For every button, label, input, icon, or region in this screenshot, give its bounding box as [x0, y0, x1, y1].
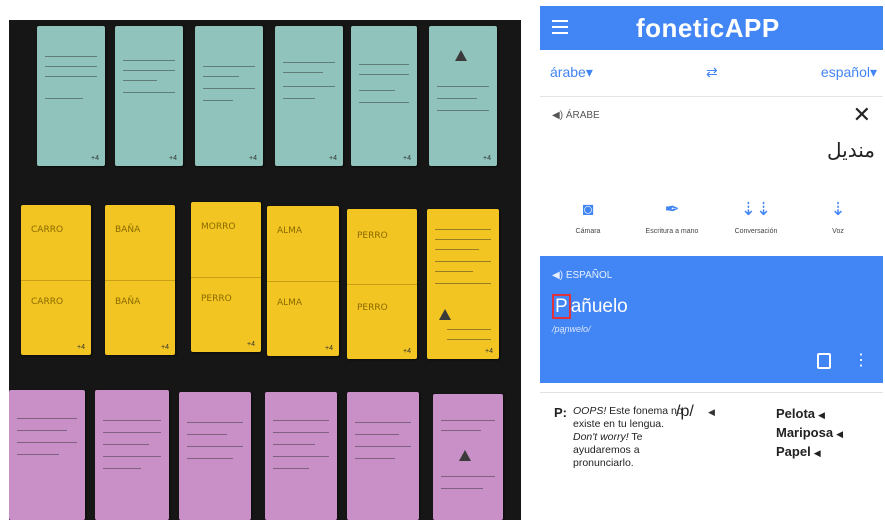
- yellow-card: ALMA ALMA +4: [267, 206, 339, 356]
- mic-icon: ⇣: [830, 199, 846, 219]
- swap-arrows-icon[interactable]: ⇄: [706, 64, 718, 81]
- fonetic-app-screen: foneticAPP árabe▾ ⇄ español▾ ◀) ÁRABE ✕ …: [540, 6, 883, 523]
- translated-word: Pañuelo: [552, 294, 628, 319]
- pink-card: [433, 394, 503, 520]
- camera-button[interactable]: ◙ Cámara: [548, 198, 628, 235]
- yellow-card: PERRO PERRO +4: [347, 209, 417, 359]
- hamburger-menu-icon[interactable]: [552, 20, 568, 34]
- speaker-icon[interactable]: ◀: [814, 448, 821, 458]
- pink-card: [95, 390, 169, 520]
- target-panel: ◀) ESPAÑOL Pañuelo /pa̞ɲwelo/ ⋮: [540, 256, 883, 383]
- blue-card: +4: [115, 26, 183, 166]
- speaker-icon[interactable]: ◀: [836, 429, 843, 439]
- app-title: foneticAPP: [636, 13, 780, 43]
- phoneme-result: P: OOPS! Este fonema no existe en tu len…: [540, 392, 883, 523]
- yellow-card: MORRO PERRO +4: [191, 202, 261, 352]
- yellow-card: CARRO CARRO +4: [21, 205, 91, 355]
- blue-card: +4: [429, 26, 497, 166]
- handwriting-button[interactable]: ✒ Escritura a mano: [632, 198, 712, 235]
- dropdown-arrow-icon: ▾: [869, 64, 877, 80]
- blue-card: +4: [275, 26, 343, 166]
- pink-card: [347, 392, 419, 520]
- copy-icon[interactable]: [817, 353, 831, 369]
- source-panel: ◀) ÁRABE ✕ منديل ◙ Cámara ✒ Escritura a …: [540, 98, 883, 248]
- blue-card: +4: [195, 26, 263, 166]
- phoneme-letter: P:: [554, 405, 567, 420]
- phonetic-transcription: /pa̞ɲwelo/: [552, 324, 591, 334]
- example-words: Pelota ◀ Mariposa ◀ Papel ◀: [776, 405, 843, 462]
- speaker-icon[interactable]: ◀: [818, 410, 825, 420]
- pink-card: [9, 390, 85, 520]
- pink-card: [179, 392, 251, 520]
- paper-cards-photo: +4 +4 +4 +4 +4 +4 CARRO CARRO +4 BAÑA BA…: [9, 20, 521, 520]
- example-word[interactable]: Mariposa ◀: [776, 424, 843, 443]
- pink-card: [265, 392, 337, 520]
- target-language-dropdown[interactable]: español▾: [821, 64, 877, 81]
- yellow-card: BAÑA BAÑA +4: [105, 205, 175, 355]
- language-bar: árabe▾ ⇄ español▾: [540, 50, 883, 97]
- pen-icon: ✒: [664, 199, 680, 219]
- camera-icon: ◙: [582, 199, 594, 219]
- close-icon[interactable]: ✕: [853, 102, 871, 128]
- conversation-button[interactable]: ⇣⇣ Conversación: [716, 198, 796, 235]
- conversation-mic-icon: ⇣⇣: [740, 199, 772, 219]
- yellow-card: +4: [427, 209, 499, 359]
- voice-button[interactable]: ⇣ Voz: [798, 198, 878, 235]
- example-word[interactable]: Pelota ◀: [776, 405, 843, 424]
- highlighted-letter[interactable]: P: [552, 294, 571, 319]
- example-word[interactable]: Papel ◀: [776, 443, 843, 462]
- speaker-icon[interactable]: ◀): [552, 110, 563, 121]
- blue-card: +4: [37, 26, 105, 166]
- speaker-icon[interactable]: ◀): [552, 270, 563, 281]
- app-bar: foneticAPP: [540, 6, 883, 50]
- source-text: منديل: [827, 138, 875, 162]
- dropdown-arrow-icon: ▾: [585, 64, 593, 80]
- target-language-label: ◀) ESPAÑOL: [552, 270, 613, 281]
- phoneme-symbol: /p/: [676, 403, 694, 420]
- more-options-icon[interactable]: ⋮: [853, 350, 869, 370]
- speaker-icon[interactable]: ◀: [708, 407, 715, 418]
- source-language-label: ◀) ÁRABE: [552, 110, 600, 121]
- blue-card: +4: [351, 26, 417, 166]
- source-language-dropdown[interactable]: árabe▾: [550, 64, 593, 81]
- input-tools: ◙ Cámara ✒ Escritura a mano ⇣⇣ Conversac…: [540, 198, 883, 238]
- phoneme-message: OOPS! Este fonema no existe en tu lengua…: [573, 405, 683, 469]
